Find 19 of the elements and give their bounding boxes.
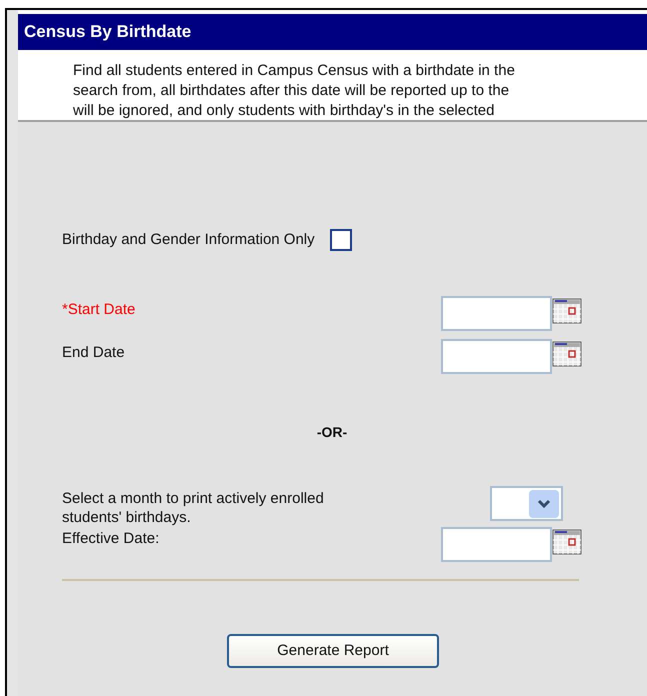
or-separator: -OR-	[316, 423, 348, 442]
checkbox-label: Birthday and Gender Information Only	[62, 230, 315, 250]
generate-report-button[interactable]: Generate Report	[227, 634, 439, 668]
date-input-field[interactable]	[441, 296, 552, 331]
chevron-down-icon	[537, 498, 551, 508]
date-input-field[interactable]	[441, 339, 552, 374]
month-label: Select a month to print actively enrolled students' birthdays.	[62, 489, 325, 527]
calendar-icon[interactable]	[552, 298, 582, 324]
date-label: *Start Date	[62, 300, 136, 320]
date-input-field[interactable]	[441, 527, 552, 562]
page-title: Census By Birthdate	[24, 21, 192, 44]
description-line: will be ignored, and only students with birthday's in the selected	[73, 101, 496, 121]
description-line: Find all students entered in Campus Census with a birthdate in the	[73, 61, 516, 81]
calendar-icon[interactable]	[552, 341, 582, 367]
description-line: search from, all birthdates after this date will be reported up to the	[73, 81, 510, 101]
calendar-icon[interactable]	[552, 529, 582, 555]
effective-date-label: Effective Date:	[62, 529, 160, 549]
date-label: End Date	[62, 343, 125, 363]
checkbox[interactable]	[330, 229, 352, 251]
